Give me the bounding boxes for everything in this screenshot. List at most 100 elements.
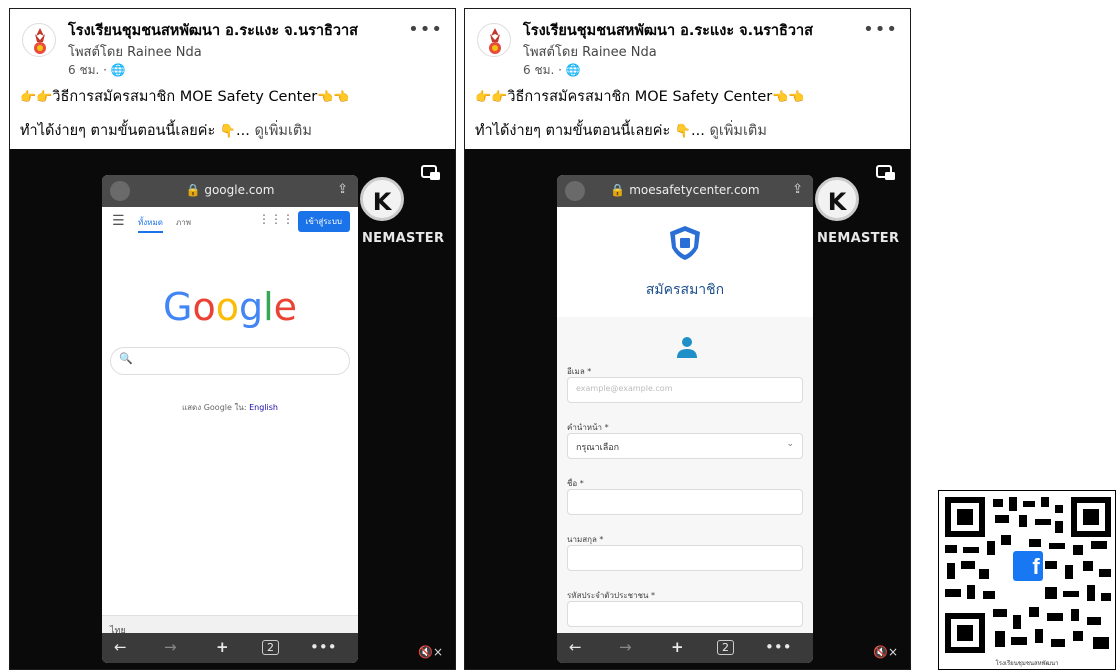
back-arrow-icon[interactable]: ← xyxy=(114,638,127,656)
post-time-text: 6 ชม. · xyxy=(523,63,566,77)
hamburger-menu-icon[interactable]: ☰ xyxy=(112,213,125,229)
post-header: โรงเรียนชุมชนสหพัฒนา อ.ระแงะ จ.นราธิวาส … xyxy=(10,9,455,149)
google-logo-letter: o xyxy=(215,285,239,329)
facebook-post-moe: โรงเรียนชุมชนสหพัฒนา อ.ระแงะ จ.นราธิวาส … xyxy=(464,8,911,670)
name-field[interactable] xyxy=(567,489,803,515)
post-title-text: วิธีการสมัครสมาชิก MOE Safety Center xyxy=(507,89,773,105)
globe-icon: 🌐 xyxy=(565,63,581,77)
facebook-f-icon: f xyxy=(1032,554,1040,579)
url-text: 🔒 google.com xyxy=(185,183,275,197)
browser-url-bar[interactable]: 🔒 google.com ⇪ xyxy=(102,175,358,207)
picture-in-picture-icon[interactable] xyxy=(876,165,896,181)
page-name-link[interactable]: โรงเรียนชุมชนสหพัฒนา อ.ระแงะ จ.นราธิวาส xyxy=(68,19,358,42)
ellipsis: ... xyxy=(691,123,710,139)
forward-arrow-icon[interactable]: → xyxy=(619,638,632,656)
new-tab-plus-icon[interactable]: + xyxy=(671,638,684,656)
surname-field[interactable] xyxy=(567,545,803,571)
url-value: moesafetycenter.com xyxy=(629,183,760,197)
posted-by: โพสต์โดย Rainee Nda xyxy=(68,45,202,60)
share-icon[interactable]: ⇪ xyxy=(337,182,348,197)
posted-by: โพสต์โดย Rainee Nda xyxy=(523,45,657,60)
mute-icon[interactable]: 🔇× xyxy=(418,645,443,659)
post-title: 👉👉วิธีการสมัครสมาชิก MOE Safety Center👈👈 xyxy=(475,85,805,108)
id-field[interactable] xyxy=(567,601,803,627)
mute-icon[interactable]: 🔇× xyxy=(873,645,898,659)
browser-url-bar[interactable]: 🔒 moesafetycenter.com ⇪ xyxy=(557,175,813,207)
language-prefix: แสดง Google ใน: xyxy=(182,403,250,412)
picture-in-picture-icon[interactable] xyxy=(421,165,441,181)
google-search-input[interactable]: 🔍 xyxy=(110,347,350,375)
phone-screen: 🔒 google.com ⇪ ☰ ทั้งหมด ภาพ ⋮⋮⋮ เข้าสู่… xyxy=(102,175,358,663)
share-icon[interactable]: ⇪ xyxy=(792,182,803,197)
search-icon: 🔍 xyxy=(119,352,133,365)
facebook-qr-code[interactable]: f โรงเรียนชุมชนสหพัฒนา xyxy=(938,490,1116,670)
pointing-down-icon: 👇 xyxy=(219,124,237,139)
post-body: ทำได้ง่ายๆ ตามขั้นตอนนี้เลยค่ะ 👇... ดูเพ… xyxy=(20,119,312,142)
google-logo-letter: G xyxy=(162,285,193,329)
post-time[interactable]: 6 ชม. · 🌐 xyxy=(523,61,581,80)
page-avatar[interactable] xyxy=(477,23,511,57)
signin-button[interactable]: เข้าสู่ระบบ xyxy=(297,211,350,232)
person-icon xyxy=(677,337,697,358)
google-page: Google 🔍 แสดง Google ใน: English ไทย xyxy=(102,237,358,642)
english-link[interactable]: English xyxy=(249,403,278,412)
browser-bottom-bar: ← → + 2 ••• xyxy=(557,633,813,663)
pointing-right-icon: 👉👉 xyxy=(475,90,508,105)
pointing-down-icon: 👇 xyxy=(674,124,692,139)
kinemaster-watermark: NEMASTER xyxy=(817,231,900,246)
qr-caption: โรงเรียนชุมชนสหพัฒนา xyxy=(995,660,1059,667)
back-arrow-icon[interactable]: ← xyxy=(569,638,582,656)
school-emblem-icon xyxy=(489,28,501,54)
video-player[interactable]: 🔒 google.com ⇪ ☰ ทั้งหมด ภาพ ⋮⋮⋮ เข้าสู่… xyxy=(10,149,455,669)
kinemaster-logo: K xyxy=(815,177,859,221)
post-body: ทำได้ง่ายๆ ตามขั้นตอนนี้เลยค่ะ 👇... ดูเพ… xyxy=(475,119,767,142)
kinemaster-watermark: NEMASTER xyxy=(362,231,445,246)
facebook-post-google: โรงเรียนชุมชนสหพัฒนา อ.ระแงะ จ.นราธิวาส … xyxy=(9,8,456,670)
tab-count-icon[interactable]: 2 xyxy=(262,640,279,655)
google-logo-letter: o xyxy=(192,285,216,329)
see-more-link[interactable]: ดูเพิ่มเติม xyxy=(709,123,766,139)
post-time[interactable]: 6 ชม. · 🌐 xyxy=(68,61,126,80)
moe-page: สมัครสมาชิก อีเมล * example@example.com … xyxy=(557,207,813,633)
browser-bottom-bar: ← → + 2 ••• xyxy=(102,633,358,663)
google-logo-letter: g xyxy=(238,285,264,329)
google-topbar: ☰ ทั้งหมด ภาพ ⋮⋮⋮ เข้าสู่ระบบ xyxy=(102,207,358,237)
tab-images[interactable]: ภาพ xyxy=(176,216,191,229)
moe-header: สมัครสมาชิก xyxy=(557,207,813,318)
more-options-button[interactable]: ••• xyxy=(863,19,898,40)
school-emblem-icon xyxy=(34,28,46,54)
menu-dots-icon[interactable]: ••• xyxy=(765,638,792,656)
phone-screen: 🔒 moesafetycenter.com ⇪ สมัครสมาชิก อีเม… xyxy=(557,175,813,663)
ellipsis: ... xyxy=(236,123,255,139)
register-form: อีเมล * example@example.com คำนำหน้า * ก… xyxy=(557,317,813,633)
globe-icon: 🌐 xyxy=(110,63,126,77)
pointing-left-icon: 👈👈 xyxy=(772,90,805,105)
email-field[interactable]: example@example.com xyxy=(567,377,803,403)
tab-all[interactable]: ทั้งหมด xyxy=(138,216,163,233)
language-offer: แสดง Google ใน: English xyxy=(102,401,358,414)
tab-count-icon[interactable]: 2 xyxy=(717,640,734,655)
menu-dots-icon[interactable]: ••• xyxy=(310,638,337,656)
new-tab-plus-icon[interactable]: + xyxy=(216,638,229,656)
apps-grid-icon[interactable]: ⋮⋮⋮ xyxy=(258,212,294,226)
page-avatar[interactable] xyxy=(22,23,56,57)
pointing-right-icon: 👉👉 xyxy=(20,90,53,105)
moe-shield-logo-icon xyxy=(670,226,700,260)
url-value: google.com xyxy=(204,183,275,197)
google-logo-letter: l xyxy=(263,285,274,329)
post-header: โรงเรียนชุมชนสหพัฒนา อ.ระแงะ จ.นราธิวาส … xyxy=(465,9,910,149)
video-player[interactable]: 🔒 moesafetycenter.com ⇪ สมัครสมาชิก อีเม… xyxy=(465,149,910,669)
chevron-down-icon: ⌄ xyxy=(786,439,794,449)
kinemaster-logo: K xyxy=(360,177,404,221)
page-name-link[interactable]: โรงเรียนชุมชนสหพัฒนา อ.ระแงะ จ.นราธิวาส xyxy=(523,19,813,42)
post-body-text: ทำได้ง่ายๆ ตามขั้นตอนนี้เลยค่ะ xyxy=(475,123,675,139)
google-logo: Google xyxy=(102,285,358,329)
post-title-text: วิธีการสมัครสมาชิก MOE Safety Center xyxy=(52,89,318,105)
forward-arrow-icon[interactable]: → xyxy=(164,638,177,656)
register-title: สมัครสมาชิก xyxy=(645,282,725,298)
prefix-select[interactable]: กรุณาเลือก ⌄ xyxy=(567,433,803,459)
post-title: 👉👉วิธีการสมัครสมาชิก MOE Safety Center👈👈 xyxy=(20,85,350,108)
see-more-link[interactable]: ดูเพิ่มเติม xyxy=(254,123,311,139)
url-text: 🔒 moesafetycenter.com xyxy=(610,183,760,197)
more-options-button[interactable]: ••• xyxy=(408,19,443,40)
